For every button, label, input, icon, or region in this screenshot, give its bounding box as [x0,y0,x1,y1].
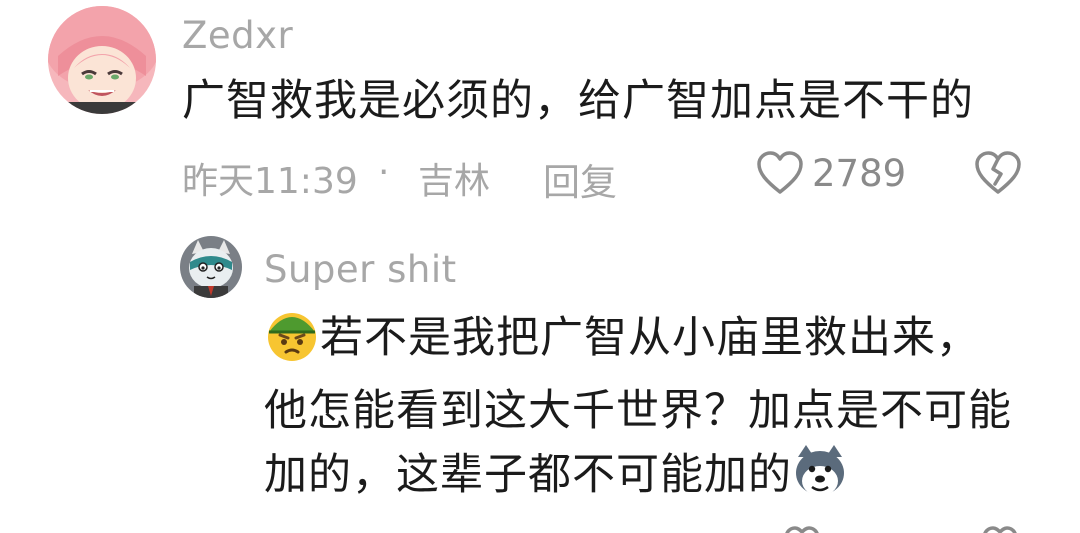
reply-line-1: 若不是我把广智从小庙里救出来， [264,306,1012,380]
reply-like-button[interactable] [782,524,822,533]
reply-dislike-button[interactable] [980,524,1020,533]
anime-girl-avatar-icon [48,6,156,114]
comment-avatar[interactable] [48,6,156,114]
like-count: 2789 [812,151,907,195]
heart-outline-icon [757,151,803,194]
reply-button[interactable]: 回复 [543,152,617,206]
reply-username[interactable]: Super shit [264,248,457,291]
meta-separator: · [378,152,390,193]
comment-text: 广智救我是必须的，给广智加点是不干的 [182,76,974,126]
soldier-emoji-icon [264,306,320,380]
heart-outline-icon [785,526,819,533]
reply-line-3-text: 加的，这辈子都不可能加的 [264,450,792,500]
comment-username[interactable]: Zedxr [182,14,293,57]
comment-thread: Zedxr 广智救我是必须的，给广智加点是不干的 昨天11:39 · 吉林 回复… [0,0,1080,533]
dislike-button[interactable] [974,150,1022,200]
reply-avatar[interactable] [180,236,242,298]
doge-emoji-icon [792,443,848,517]
broken-heart-icon [975,151,1021,194]
reply-text: 若不是我把广智从小庙里救出来， 他怎能看到这大千世界？加点是不可能 加的，这辈子… [264,306,1012,517]
reply-line-1-text: 若不是我把广智从小庙里救出来， [320,313,980,363]
cartoon-cat-avatar-icon [180,236,242,298]
comment-time: 昨天11:39 [182,161,358,202]
broken-heart-icon [983,526,1017,533]
like-button[interactable]: 2789 [756,150,906,196]
reply-line-2: 他怎能看到这大千世界？加点是不可能 [264,386,1012,436]
comment-location: 吉林 [418,161,491,202]
reply-line-3: 加的，这辈子都不可能加的 [264,443,1012,517]
